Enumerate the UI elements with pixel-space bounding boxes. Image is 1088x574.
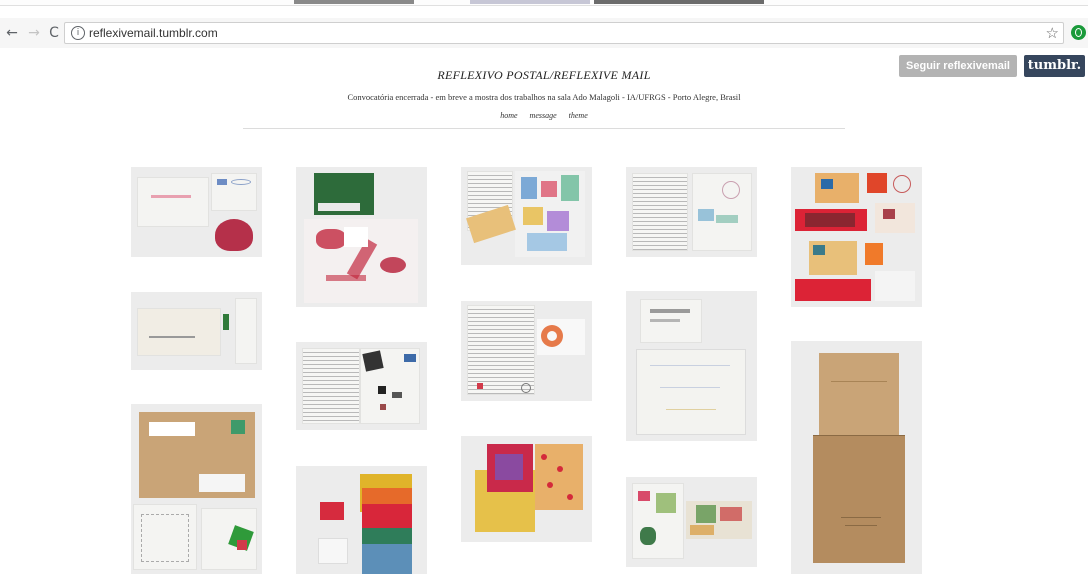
blog-description: Convocatória encerrada - em breve a most… [347,92,741,102]
tab-thumbnail [594,0,764,4]
photo-post[interactable] [131,404,262,574]
photo-post[interactable] [131,292,262,370]
address-bar[interactable]: i reflexivemail.tumblr.com ☆ [64,22,1064,44]
photo-post[interactable] [461,436,592,542]
photo-post[interactable] [461,167,592,265]
bookmark-star-icon[interactable]: ☆ [1046,24,1059,42]
url-text[interactable]: reflexivemail.tumblr.com [89,26,218,40]
nav-link-message[interactable]: message [530,111,557,120]
photo-post[interactable] [791,167,922,307]
tab-thumbnail [470,0,590,4]
photo-post[interactable] [626,477,757,567]
browser-toolbar: ← → C i reflexivemail.tumblr.com ☆ [0,18,1088,48]
tab-strip [0,0,1088,6]
nav-link-home[interactable]: home [500,111,517,120]
photo-post[interactable] [791,341,922,574]
extension-icon[interactable] [1071,25,1086,40]
back-arrow-icon[interactable]: ← [3,23,21,43]
photo-post[interactable] [626,291,757,441]
header-divider [243,128,845,129]
photo-post[interactable] [296,466,427,574]
info-icon[interactable]: i [71,26,85,40]
forward-arrow-icon[interactable]: → [25,23,43,43]
reload-icon[interactable]: C [45,23,63,43]
photo-post[interactable] [626,167,757,257]
blog-nav: home message theme [0,111,1088,120]
blog-title: REFLEXIVO POSTAL/REFLEXIVE MAIL [437,68,651,82]
photo-post[interactable] [296,342,427,430]
tab-thumbnail [294,0,414,4]
nav-link-theme[interactable]: theme [569,111,588,120]
photo-post[interactable] [461,301,592,401]
photo-post[interactable] [131,167,262,257]
photo-post[interactable] [296,167,427,307]
